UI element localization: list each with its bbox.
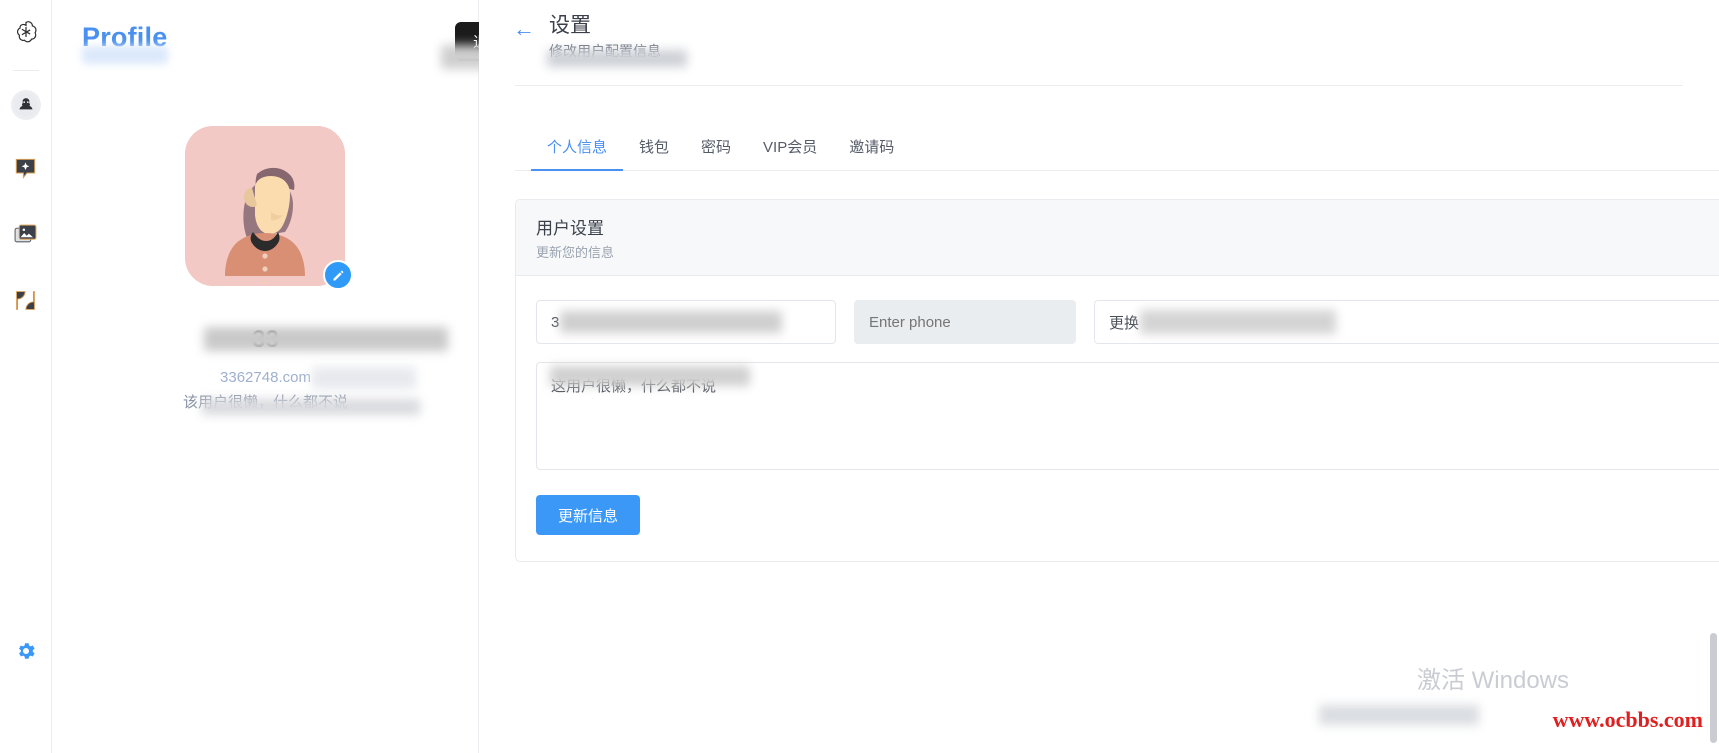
name-input[interactable] — [536, 300, 836, 345]
card-body: com 更换邮箱 更新信息 — [516, 276, 1719, 561]
site-watermark: www.ocbbs.com — [1552, 707, 1703, 732]
rail-item-brand[interactable] — [8, 285, 44, 321]
avatar[interactable] — [185, 126, 353, 290]
user-settings-card: 用户设置 更新您的信息 com 更换邮箱 — [515, 199, 1719, 563]
image-gallery-icon — [13, 222, 38, 252]
profile-column: Profile 退出登录 — [52, 0, 551, 753]
gear-icon[interactable] — [12, 637, 40, 665]
rail-item-avatar[interactable] — [8, 87, 44, 123]
app-root: Profile 退出登录 — [0, 0, 1719, 753]
name-field-wrapper — [536, 300, 836, 345]
card-title: 用户设置 — [536, 219, 604, 239]
rail-item-assistant[interactable] — [8, 153, 44, 189]
pencil-edit-icon[interactable] — [323, 260, 353, 290]
phone-input[interactable] — [854, 300, 1076, 345]
settings-subtitle: 修改用户配置信息 — [547, 41, 687, 68]
rail-divider — [12, 70, 39, 71]
profile-email-suffix: .com — [278, 369, 311, 386]
tab-password[interactable]: 密码 — [685, 130, 747, 171]
subtitle-redaction — [547, 50, 687, 68]
bio-textarea[interactable] — [536, 362, 1719, 471]
username-redaction — [204, 327, 448, 351]
tab-vip[interactable]: VIP会员 — [747, 130, 833, 171]
rail-item-gallery[interactable] — [8, 219, 44, 255]
bio-field-wrapper — [536, 344, 1719, 475]
card-header: 用户设置 更新您的信息 — [516, 200, 1719, 277]
update-info-button[interactable]: 更新信息 — [536, 495, 641, 536]
tab-invite-code[interactable]: 邀请码 — [833, 130, 910, 171]
tab-wallet[interactable]: 钱包 — [623, 130, 685, 171]
header-divider — [515, 85, 1683, 87]
profile-email-prefix: 3362748 — [220, 369, 279, 386]
activation-redaction — [1319, 705, 1479, 725]
email-input[interactable] — [1094, 300, 1719, 345]
bio-redaction — [202, 399, 420, 415]
email-field-wrapper: com — [1094, 300, 1719, 345]
settings-tabs: 个人信息 钱包 密码 VIP会员 邀请码 — [515, 130, 1719, 172]
card-subtitle: 更新您的信息 — [536, 245, 615, 261]
user-avatar-illustration — [185, 126, 345, 286]
vertical-scrollbar[interactable] — [1710, 633, 1717, 743]
openai-logo-icon — [8, 14, 44, 50]
profile-title-redaction — [82, 46, 168, 64]
email-redaction — [312, 367, 416, 389]
windows-activation-notice: 激活 Windows — [1416, 667, 1569, 694]
icon-rail — [0, 0, 52, 753]
settings-title: 设置 — [549, 14, 591, 37]
brand-mark-icon — [13, 288, 38, 318]
sparkle-chat-icon — [13, 156, 38, 186]
page-header: ← 设置 修改用户配置信息 — [479, 0, 1719, 68]
main-content: ← 设置 修改用户配置信息 个人信息 钱包 密码 VIP会员 邀请码 用户设置 … — [479, 0, 1719, 753]
tab-personal-info[interactable]: 个人信息 — [531, 130, 624, 172]
user-avatar-icon — [10, 90, 41, 120]
arrow-left-icon[interactable]: ← — [513, 18, 535, 40]
form-row-primary: com 更换邮箱 — [536, 300, 1719, 345]
